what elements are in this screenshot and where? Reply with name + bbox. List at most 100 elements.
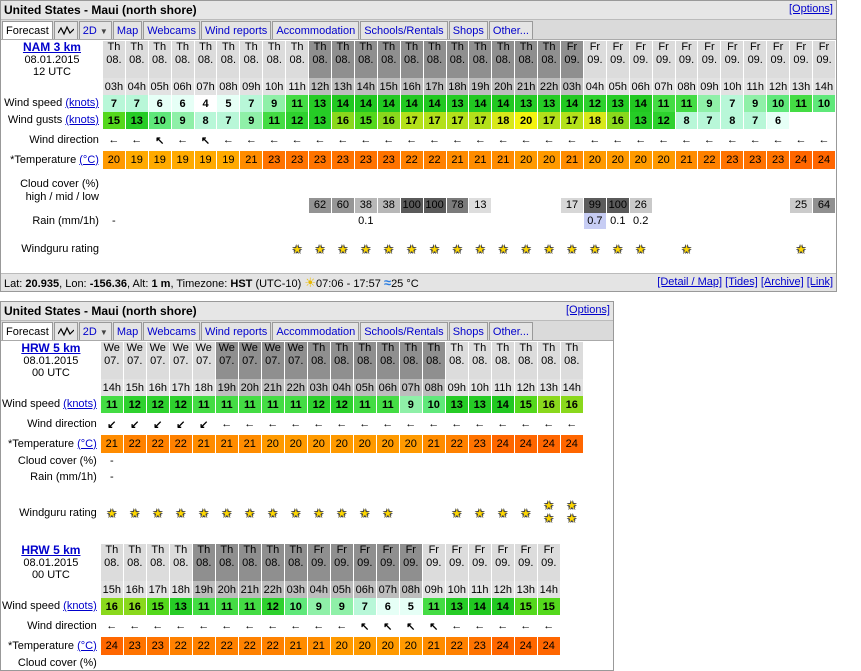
wind-arrow-icon: ←: [244, 620, 256, 632]
hour-cell: 06h: [171, 78, 194, 95]
model-name-link[interactable]: NAM 3 km: [23, 41, 81, 54]
tab-graph[interactable]: [53, 322, 78, 340]
unit-toggle[interactable]: (knots): [63, 600, 97, 612]
unit-toggle[interactable]: (°C): [79, 154, 99, 166]
hour-cell: 03h: [284, 581, 307, 598]
tab-map[interactable]: Map: [112, 322, 143, 340]
day-cell: Th 08.: [492, 41, 515, 78]
tab-2d[interactable]: 2D ▼: [78, 322, 112, 340]
unit-toggle[interactable]: (knots): [65, 114, 99, 126]
tab-wind-reports[interactable]: Wind reports: [200, 322, 272, 340]
rain-cell: 0.7: [583, 213, 606, 229]
cloud-cover-cell: [515, 655, 537, 670]
wind-gusts-cell: [790, 112, 812, 129]
rain-cell: [378, 213, 400, 229]
detail-map-link[interactable]: [Detail / Map]: [657, 276, 722, 288]
wind-arrow-icon: ←: [222, 134, 234, 146]
wind-speed-cell: 12: [169, 396, 192, 413]
day-cell: We 07.: [100, 342, 123, 379]
day-cell: Th 08.: [354, 41, 377, 78]
unit-toggle[interactable]: (°C): [77, 438, 97, 450]
tab-other[interactable]: Other...: [488, 21, 533, 39]
tides-link[interactable]: [Tides]: [725, 276, 758, 288]
cloud-value: [538, 198, 561, 213]
temperature-cell: 20: [330, 435, 353, 453]
hour-cell: 09h: [422, 581, 445, 598]
wind-speed-cell: 11: [238, 598, 261, 615]
wind-arrow-icon: ←: [658, 134, 670, 146]
rating-star-icon: [126, 229, 148, 269]
wind-arrow-icon: ←: [429, 134, 441, 146]
tab-accommodation[interactable]: Accommodation: [272, 322, 360, 340]
model-name-link[interactable]: HRW 5 km: [21, 544, 80, 557]
cloud-cover-cell: [469, 655, 491, 670]
day-cell: We 07.: [146, 342, 169, 379]
wind-speed-cell: 9: [307, 598, 330, 615]
unit-toggle[interactable]: (°C): [77, 640, 97, 652]
archive-link[interactable]: [Archive]: [761, 276, 804, 288]
wind-arrow-icon: ←: [451, 134, 463, 146]
tab-shops[interactable]: Shops: [448, 322, 488, 340]
tab-schools-rentals[interactable]: Schools/Rentals: [360, 21, 448, 39]
model-name-link[interactable]: HRW 5 km: [21, 342, 80, 355]
rain-cell: [263, 213, 285, 229]
tab-map[interactable]: Map: [112, 21, 143, 39]
rain-cell: [676, 213, 698, 229]
hour-cell: 19h: [469, 78, 492, 95]
day-cell: Th 08.: [422, 342, 445, 379]
footer-links: [Detail / Map] [Tides] [Archive] [Link]: [657, 274, 833, 291]
options-link[interactable]: [Options]: [789, 3, 833, 15]
sun-icon: ☀: [304, 275, 317, 290]
hour-cell: 22h: [284, 379, 307, 396]
wind-gusts-cell: 20: [515, 112, 538, 129]
tab-shops[interactable]: Shops: [448, 21, 488, 39]
wind-gusts-row-label: Wind gusts (knots): [7, 114, 99, 126]
tab-forecast[interactable]: Forecast: [2, 322, 53, 340]
hour-cell: 03h: [307, 379, 330, 396]
cloud-cover-cell: [216, 655, 238, 670]
tab-accommodation[interactable]: Accommodation: [272, 21, 360, 39]
hour-row: 14h 15h 16h 17h 18h 19h 20h 21h 22h 03h 04h 05h 06h 0…: [2, 379, 583, 396]
tab-graph[interactable]: [53, 21, 78, 39]
tab-forecast[interactable]: Forecast: [2, 21, 53, 39]
unit-toggle[interactable]: (knots): [65, 97, 99, 109]
hour-cell: 11h: [491, 379, 514, 396]
options-link[interactable]: [Options]: [566, 304, 610, 316]
rain-cell: [515, 213, 537, 229]
rating-star-icon: [400, 485, 422, 541]
day-cell: Th 08.: [100, 544, 123, 581]
tab-other[interactable]: Other...: [488, 322, 533, 340]
cloud-cover-cell: [561, 453, 583, 469]
hour-cell: 05h: [330, 581, 353, 598]
hour-cell: 05h: [148, 78, 171, 95]
rain-cell: [309, 213, 331, 229]
tab-webcams[interactable]: Webcams: [143, 322, 200, 340]
tab-webcams[interactable]: Webcams: [143, 21, 200, 39]
wind-speed-cell: 12: [261, 598, 284, 615]
rain-cell: [515, 469, 537, 485]
wind-gusts-cell: 17: [538, 112, 561, 129]
cloud-cover-cell: [652, 169, 675, 213]
model-info: NAM 3 km 08.01.2015 12 UTC: [2, 41, 102, 78]
unit-toggle[interactable]: (knots): [63, 398, 97, 410]
rating-star-icon: ★: [544, 243, 555, 256]
link-link[interactable]: [Link]: [807, 276, 833, 288]
rain-cell: [790, 213, 812, 229]
tab-schools-rentals[interactable]: Schools/Rentals: [360, 322, 448, 340]
tab-wind-reports[interactable]: Wind reports: [200, 21, 272, 39]
cloud-value: 100: [423, 198, 446, 213]
tab-2d[interactable]: 2D ▼: [78, 21, 112, 39]
hour-cell: 14h: [354, 78, 377, 95]
cloud-cover-cell: [102, 169, 125, 213]
cloud-value: 26: [629, 198, 652, 213]
rain-cell: [653, 213, 675, 229]
wind-gusts-cell: 7: [744, 112, 767, 129]
wind-arrow-icon: ↙: [176, 418, 186, 431]
hour-cell: 04h: [125, 78, 148, 95]
wind-arrow-icon: ←: [497, 134, 509, 146]
day-cell: Th 08.: [148, 41, 171, 78]
wind-arrow-icon: ←: [612, 134, 624, 146]
wind-speed-cell: 16: [537, 396, 560, 413]
hour-cell: 21h: [515, 78, 538, 95]
wind-speed-row: Wind speed (knots) 7 7 6 6 4 5 7 9 11 13 14 14 14 14 14…: [2, 95, 835, 112]
